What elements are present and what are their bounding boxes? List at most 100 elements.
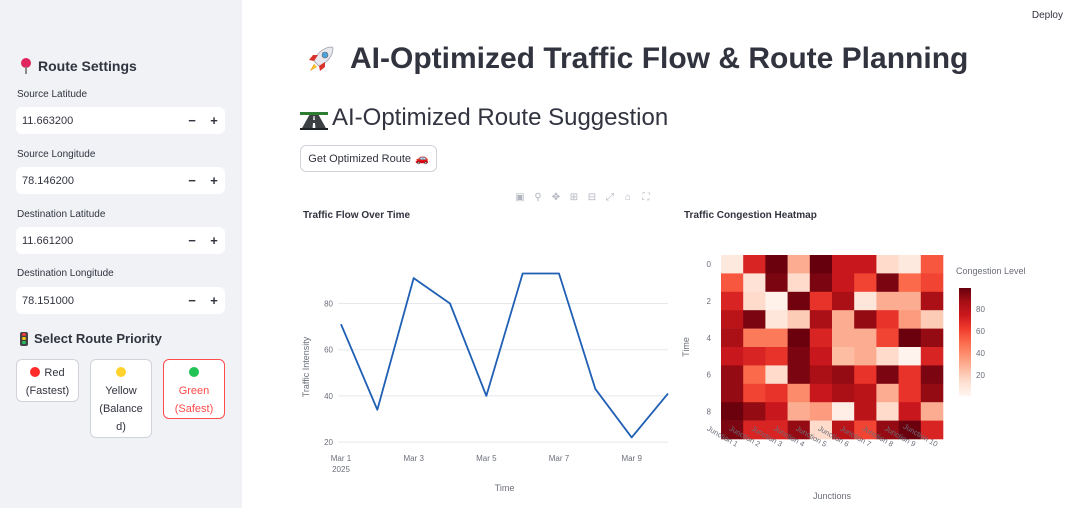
pan-icon[interactable]: ✥	[549, 192, 563, 204]
priority-green-button[interactable]: Green (Safest)	[163, 359, 225, 419]
heatmap-cell	[743, 291, 766, 311]
heatmap-cell	[809, 310, 833, 329]
source-longitude-field[interactable]	[16, 174, 181, 187]
line-chart-title: Traffic Flow Over Time	[303, 210, 411, 221]
heatmap-cell	[743, 310, 766, 329]
heatmap-cell	[787, 402, 811, 421]
source-latitude-decrement-button[interactable]: −	[181, 113, 203, 128]
home-icon[interactable]: ⌂	[621, 192, 635, 204]
heatmap-cell	[876, 291, 899, 311]
car-icon: 🚗	[415, 153, 429, 165]
autoscale-icon[interactable]: ⤢	[603, 192, 617, 204]
destination-latitude-input: − +	[16, 227, 225, 254]
colorbar-title: Congestion Level	[956, 266, 1026, 276]
source-longitude-increment-button[interactable]: +	[203, 173, 225, 188]
data-point	[594, 388, 596, 390]
destination-longitude-increment-button[interactable]: +	[203, 293, 225, 308]
source-latitude-increment-button[interactable]: +	[203, 113, 225, 128]
traffic-congestion-heatmap: 02468Junction 1Junction 2Junction 3Junct…	[681, 255, 1026, 501]
y-tick-label: 8	[707, 407, 712, 416]
data-point	[449, 302, 451, 304]
heatmap-cell	[920, 273, 944, 293]
heatmap-cell	[787, 273, 811, 293]
y-tick-label: 20	[324, 438, 333, 447]
heatmap-cell	[898, 365, 922, 385]
route-priority-title: Select Route Priority	[34, 331, 162, 346]
data-point	[558, 272, 560, 274]
heatmap-cell	[876, 273, 899, 293]
x-tick-label: Mar 3	[403, 454, 424, 463]
route-priority-header: Select Route Priority	[20, 331, 162, 346]
heatmap-cell	[876, 310, 899, 329]
heatmap-cell	[854, 328, 877, 348]
heatmap-cell	[854, 383, 877, 403]
destination-latitude-increment-button[interactable]: +	[203, 233, 225, 248]
heatmap-cell	[898, 273, 922, 293]
priority-red-sublabel: (Fastest)	[25, 385, 70, 397]
destination-longitude-decrement-button[interactable]: −	[181, 293, 203, 308]
zoom-in-icon[interactable]: ⊞	[567, 192, 581, 204]
y-tick-label: 4	[707, 334, 712, 343]
heatmap-cell	[920, 402, 944, 421]
heatmap-cell	[765, 328, 788, 348]
heatmap-cell	[832, 383, 855, 403]
red-circle-icon	[30, 367, 41, 377]
heatmap-cell	[809, 291, 833, 311]
zoom-out-icon[interactable]: ⊟	[585, 192, 599, 204]
heatmap-cell	[765, 347, 788, 366]
heatmap-cell	[787, 365, 811, 385]
source-latitude-input: − +	[16, 107, 225, 134]
heatmap-cell	[809, 273, 833, 293]
get-optimized-route-button[interactable]: Get Optimized Route 🚗	[300, 145, 437, 172]
route-settings-title: Route Settings	[38, 58, 137, 74]
heatmap-cell	[765, 310, 788, 329]
zoom-icon[interactable]: ⚲	[531, 192, 545, 204]
heatmap-cell	[898, 291, 922, 311]
heatmap-cell	[743, 365, 766, 385]
y-tick-label: 6	[707, 371, 712, 380]
heatmap-cell	[898, 402, 922, 421]
heatmap-cell	[854, 291, 877, 311]
heatmap-cell	[809, 365, 833, 385]
priority-red-label: Red	[44, 367, 65, 379]
y-axis-title: Traffic Intensity	[301, 336, 311, 397]
colorbar	[959, 288, 971, 396]
priority-yellow-button[interactable]: Yellow (Balance d)	[90, 359, 152, 438]
y-tick-label: 0	[707, 260, 712, 269]
priority-yellow-label: Yellow	[105, 385, 137, 397]
heatmap-cell	[876, 255, 899, 274]
heatmap-cell	[721, 402, 744, 421]
heatmap-cell	[721, 347, 744, 366]
data-point	[376, 409, 378, 411]
fullscreen-icon[interactable]: ⛶	[639, 192, 653, 204]
heatmap-cell	[787, 310, 811, 329]
heatmap-cell	[765, 383, 788, 403]
green-circle-icon	[189, 367, 199, 377]
colorbar-tick-label: 20	[976, 371, 985, 380]
source-latitude-field[interactable]	[16, 114, 181, 127]
x-tick-year: 2025	[332, 465, 350, 474]
priority-yellow-sublabel: (Balance	[99, 403, 143, 415]
heatmap-cell	[876, 328, 899, 348]
destination-latitude-decrement-button[interactable]: −	[181, 233, 203, 248]
heatmap-cell	[898, 310, 922, 329]
heatmap-cell	[876, 347, 899, 366]
data-point	[412, 277, 414, 279]
heatmap-cell	[920, 291, 944, 311]
heatmap-cell	[920, 383, 944, 403]
camera-icon[interactable]: ▣	[513, 192, 527, 204]
x-axis-title: Time	[495, 483, 515, 493]
heatmap-title: Traffic Congestion Heatmap	[684, 210, 817, 221]
heatmap-cell	[809, 347, 833, 366]
priority-red-button[interactable]: Red (Fastest)	[16, 359, 79, 402]
x-tick-label: Mar 7	[549, 454, 570, 463]
heatmap-cell	[721, 291, 744, 311]
destination-latitude-field[interactable]	[16, 234, 181, 247]
data-point	[521, 272, 523, 274]
deploy-button[interactable]: Deploy	[1032, 10, 1063, 21]
source-longitude-decrement-button[interactable]: −	[181, 173, 203, 188]
heatmap-cell	[920, 365, 944, 385]
heatmap-cell	[854, 365, 877, 385]
yellow-circle-icon	[116, 367, 126, 377]
destination-longitude-field[interactable]	[16, 294, 181, 307]
